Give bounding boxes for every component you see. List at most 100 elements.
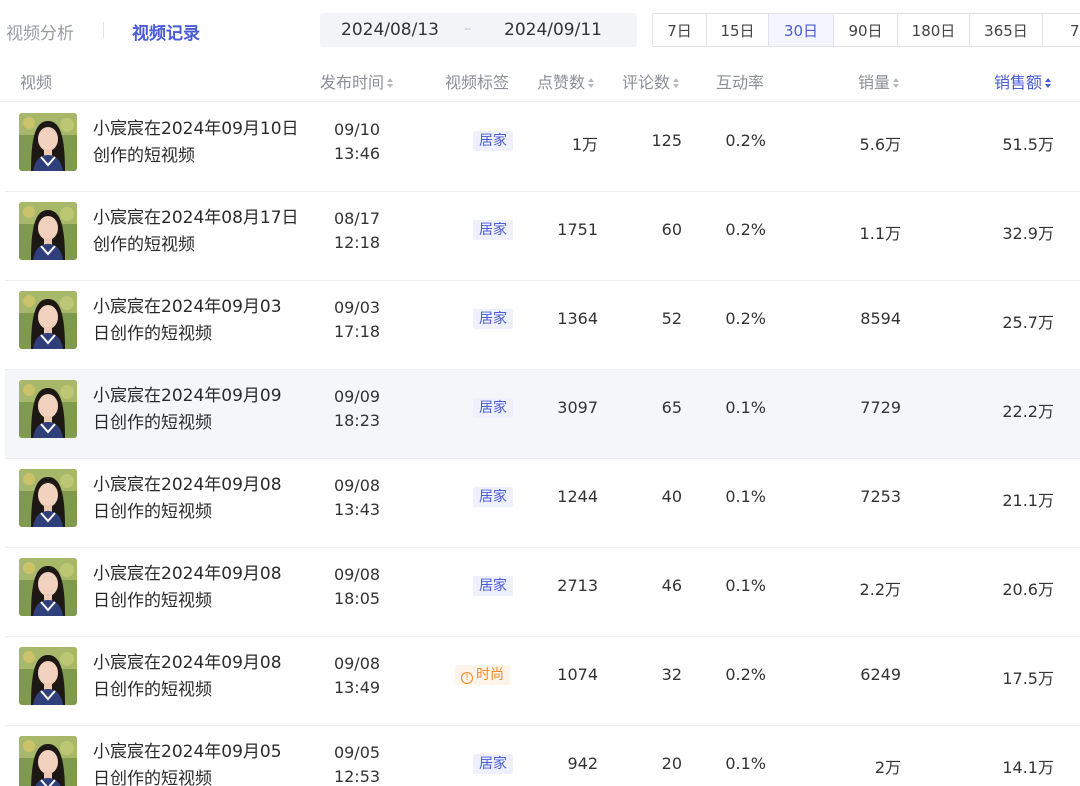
tab-video-records[interactable]: 视频记录 [132, 19, 200, 44]
period-90d[interactable]: 90日 [834, 13, 898, 47]
period-30d[interactable]: 30日 [769, 13, 834, 47]
video-title-line1: 小宸宸在2024年09月08 [93, 475, 282, 495]
video-tag: 居家 [473, 220, 513, 240]
period-15d[interactable]: 15日 [707, 13, 769, 47]
like-count: 3097 [557, 398, 598, 417]
comment-count: 125 [651, 131, 682, 150]
col-likes[interactable]: 点赞数 [537, 69, 595, 93]
publish-date: 08/17 [333, 209, 381, 228]
publish-clock: 13:46 [333, 144, 381, 163]
table-row[interactable]: 小宸宸在2024年09月08 日创作的短视频 09/08 18:05 居家 27… [5, 548, 1080, 637]
col-engagement-label: 互动率 [716, 73, 765, 92]
table-row[interactable]: 小宸宸在2024年09月09 日创作的短视频 09/09 18:23 居家 30… [5, 370, 1080, 459]
video-thumbnail[interactable] [19, 736, 77, 786]
engagement-rate: 0.2% [725, 131, 766, 150]
period-7d[interactable]: 7日 [652, 13, 707, 47]
video-tag: 居家 [473, 131, 513, 151]
video-tag-label: 居家 [479, 222, 507, 238]
col-publish-time[interactable]: 发布时间 [320, 69, 394, 93]
engagement-rate: 0.2% [725, 665, 766, 684]
col-comments-label: 评论数 [622, 73, 671, 92]
tab-video-analysis[interactable]: 视频分析 [6, 19, 74, 44]
sales-volume: 7729 [860, 398, 901, 417]
video-title[interactable]: 小宸宸在2024年09月08 日创作的短视频 [93, 650, 303, 704]
like-count: 1364 [557, 309, 598, 328]
period-730d[interactable]: 730日 [1043, 13, 1080, 47]
engagement-rate: 0.1% [725, 576, 766, 595]
table-row[interactable]: 小宸宸在2024年08月17日 创作的短视频 08/17 12:18 居家 17… [5, 192, 1080, 281]
video-tag-label: 时尚 [476, 667, 504, 683]
video-title[interactable]: 小宸宸在2024年09月08 日创作的短视频 [93, 472, 303, 526]
publish-clock: 13:43 [333, 500, 381, 519]
publish-clock: 17:18 [333, 322, 381, 341]
publish-time: 09/10 13:46 [317, 118, 397, 166]
publish-date: 09/03 [333, 298, 381, 317]
sales-volume: 8594 [860, 309, 901, 328]
video-tag: ! 时尚 [455, 665, 510, 685]
video-thumbnail[interactable] [19, 469, 77, 527]
video-thumbnail[interactable] [19, 202, 77, 260]
video-title-line1: 小宸宸在2024年09月10日 [93, 119, 299, 139]
publish-clock: 18:23 [333, 411, 381, 430]
like-count: 1万 [571, 135, 598, 154]
video-title[interactable]: 小宸宸在2024年09月05 日创作的短视频 [93, 739, 303, 786]
video-title[interactable]: 小宸宸在2024年09月10日 创作的短视频 [93, 116, 303, 170]
sales-amount: 22.2万 [1002, 402, 1054, 421]
video-title[interactable]: 小宸宸在2024年09月08 日创作的短视频 [93, 561, 303, 615]
video-thumbnail[interactable] [19, 647, 77, 705]
video-title[interactable]: 小宸宸在2024年09月09 日创作的短视频 [93, 383, 303, 437]
video-title-line2: 日创作的短视频 [93, 680, 212, 700]
sales-volume: 7253 [860, 487, 901, 506]
table-row[interactable]: 小宸宸在2024年09月10日 创作的短视频 09/10 13:46 居家 1万… [5, 103, 1080, 192]
video-thumbnail[interactable] [19, 291, 77, 349]
video-title-line1: 小宸宸在2024年09月03 [93, 297, 282, 317]
publish-time: 09/09 18:23 [317, 385, 397, 433]
col-tags: 视频标签 [445, 69, 509, 93]
table-row[interactable]: 小宸宸在2024年09月03 日创作的短视频 09/03 17:18 居家 13… [5, 281, 1080, 370]
table-row[interactable]: 小宸宸在2024年09月05 日创作的短视频 09/05 12:53 居家 94… [5, 726, 1080, 786]
video-tag: 居家 [473, 398, 513, 418]
date-end[interactable]: 2024/09/11 [504, 20, 602, 40]
video-title-line1: 小宸宸在2024年08月17日 [93, 208, 299, 228]
video-tag: 居家 [473, 576, 513, 596]
comment-count: 40 [661, 487, 682, 506]
like-count: 1074 [557, 665, 598, 684]
comment-count: 52 [661, 309, 682, 328]
video-title[interactable]: 小宸宸在2024年08月17日 创作的短视频 [93, 205, 303, 259]
col-revenue[interactable]: 销售额 [994, 69, 1052, 93]
video-thumbnail[interactable] [19, 380, 77, 438]
comment-count: 20 [661, 754, 682, 773]
like-count: 1244 [557, 487, 598, 506]
video-tag: 居家 [473, 487, 513, 507]
period-180d[interactable]: 180日 [898, 13, 970, 47]
col-tags-label: 视频标签 [445, 73, 510, 92]
col-video-label: 视频 [20, 73, 53, 92]
publish-clock: 12:53 [333, 767, 381, 786]
col-comments[interactable]: 评论数 [622, 69, 680, 93]
video-tag-label: 居家 [479, 133, 507, 149]
video-tag: 居家 [473, 309, 513, 329]
video-title[interactable]: 小宸宸在2024年09月03 日创作的短视频 [93, 294, 303, 348]
sales-volume: 2万 [874, 758, 901, 777]
engagement-rate: 0.1% [725, 487, 766, 506]
sales-amount: 21.1万 [1002, 491, 1054, 510]
col-publish-time-label: 发布时间 [320, 73, 385, 92]
period-365d[interactable]: 365日 [970, 13, 1043, 47]
table-row[interactable]: 小宸宸在2024年09月08 日创作的短视频 09/08 13:43 居家 12… [5, 459, 1080, 548]
video-title-line2: 日创作的短视频 [93, 591, 212, 611]
comment-count: 46 [661, 576, 682, 595]
video-thumbnail[interactable] [19, 113, 77, 171]
table-row[interactable]: 小宸宸在2024年09月08 日创作的短视频 09/08 13:49 ! 时尚 1… [5, 637, 1080, 726]
sales-volume: 1.1万 [859, 224, 901, 243]
engagement-rate: 0.2% [725, 220, 766, 239]
publish-time: 09/08 18:05 [317, 563, 397, 611]
comment-count: 65 [661, 398, 682, 417]
date-range-picker[interactable]: 2024/08/13 – 2024/09/11 [320, 13, 637, 47]
col-sales[interactable]: 销量 [858, 69, 900, 93]
engagement-rate: 0.1% [725, 398, 766, 417]
video-thumbnail[interactable] [19, 558, 77, 616]
publish-clock: 13:49 [333, 678, 381, 697]
date-start[interactable]: 2024/08/13 [341, 20, 439, 40]
sort-caret-icon [1045, 77, 1052, 90]
video-tag: 居家 [473, 754, 513, 774]
